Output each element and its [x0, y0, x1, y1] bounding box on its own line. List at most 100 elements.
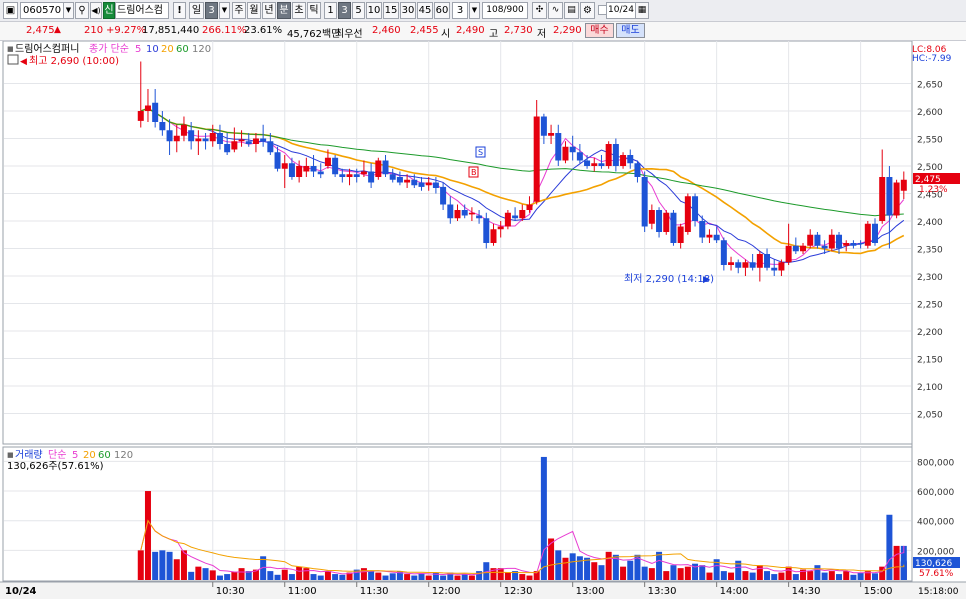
- open-price: 2,490: [456, 25, 485, 36]
- candle-body: [382, 160, 389, 175]
- time-tick-label: 13:00: [576, 586, 605, 597]
- candle-body: [764, 254, 771, 268]
- volume-tick-label: 200,000: [917, 547, 954, 557]
- time-tick-label: 12:00: [432, 586, 461, 597]
- volume-bar: [360, 568, 367, 580]
- wave-icon: ∿: [551, 5, 560, 15]
- candle-body: [720, 240, 727, 265]
- price-tick-label: 2,300: [917, 273, 943, 283]
- left-arrow-icon: ◀: [20, 57, 27, 67]
- candle-body: [548, 133, 555, 136]
- volume-bar: [195, 566, 202, 580]
- vol-legend-ma20: 20: [83, 450, 96, 461]
- volume-bar: [504, 572, 511, 580]
- stock-code-input[interactable]: 060570: [20, 2, 64, 19]
- sell-button[interactable]: 매도: [616, 23, 645, 38]
- candle-body: [159, 122, 166, 131]
- price-tick-label: 2,550: [917, 136, 943, 146]
- price-tick-label: 2,150: [917, 356, 943, 366]
- interval-5-button[interactable]: 5: [352, 2, 365, 19]
- period-year-button[interactable]: 년: [262, 2, 276, 19]
- volume-bar: [166, 551, 173, 580]
- volume-bar: [339, 574, 346, 580]
- price-legend-label: 종가 단순: [89, 43, 129, 55]
- candle-body: [648, 210, 655, 224]
- candle-body: [893, 182, 900, 216]
- candle-body: [713, 234, 720, 241]
- volume-bar: [303, 568, 310, 580]
- volume-legend-label: 단순: [48, 449, 66, 461]
- interval-input[interactable]: 3: [452, 2, 468, 19]
- interval-60-button[interactable]: 60: [434, 2, 450, 19]
- time-tick-label: 14:00: [720, 586, 749, 597]
- period-month-button[interactable]: 월: [247, 2, 261, 19]
- volume-bar: [576, 556, 583, 580]
- candle-body: [447, 204, 454, 219]
- chart-type-button[interactable]: ▣: [3, 2, 18, 19]
- max-annotation: 최고 2,690 (10:00): [29, 55, 119, 67]
- interval-dropdown-button[interactable]: ▼: [469, 2, 480, 19]
- candle-body: [627, 155, 634, 164]
- period-number-button[interactable]: 3: [205, 2, 218, 19]
- alert-button[interactable]: !: [173, 2, 186, 19]
- candle-body: [540, 116, 547, 136]
- period-day-button[interactable]: 일: [189, 2, 204, 19]
- period-dropdown-button[interactable]: ▼: [219, 2, 230, 19]
- period-tick-button[interactable]: 틱: [307, 2, 321, 19]
- interval-10-button[interactable]: 10: [366, 2, 382, 19]
- date-input[interactable]: 10/24: [606, 2, 636, 19]
- data-count-field[interactable]: 108/900: [482, 2, 528, 19]
- stock-name-field[interactable]: 드림어스컴퍼: [115, 2, 169, 19]
- volume-bar: [555, 550, 562, 580]
- candle-body: [771, 267, 778, 271]
- calendar-button[interactable]: ▦: [635, 2, 649, 19]
- volume-bar: [440, 575, 447, 580]
- candle-body: [152, 102, 159, 122]
- period-minute-button[interactable]: 분: [277, 2, 291, 19]
- volume-bar: [476, 571, 483, 580]
- volume-bar: [238, 568, 245, 580]
- candle-body: [360, 171, 367, 175]
- volume-last-tag-text: 130,626: [915, 559, 952, 569]
- settings-button[interactable]: ⚙: [580, 2, 595, 19]
- candle-body: [461, 210, 468, 216]
- trend-tool-button[interactable]: ∿: [548, 2, 563, 19]
- candle-body: [303, 166, 310, 172]
- candle-body: [173, 135, 180, 142]
- interval-45-button[interactable]: 45: [417, 2, 433, 19]
- vol-legend-ma120: 120: [114, 450, 133, 461]
- volume-bar: [627, 560, 634, 580]
- volume-bar: [872, 573, 879, 580]
- volume-bar: [288, 574, 295, 580]
- candle-body: [440, 186, 447, 205]
- legend-ma120: 120: [192, 44, 211, 55]
- sound-button[interactable]: ◀): [90, 2, 102, 19]
- candle-body: [396, 177, 403, 183]
- volume-bar: [742, 571, 749, 580]
- high-price: 2,730: [504, 25, 533, 36]
- buy-button[interactable]: 매수: [585, 23, 614, 38]
- max-marker-icon: [7, 54, 19, 65]
- interval-30-button[interactable]: 30: [400, 2, 416, 19]
- code-dropdown-button[interactable]: ▼: [63, 2, 74, 19]
- interval-3-button[interactable]: 3: [338, 2, 351, 19]
- volume-bar: [310, 574, 317, 580]
- cross-tool-button[interactable]: ✣: [532, 2, 547, 19]
- time-tick-label: 10:30: [216, 586, 245, 597]
- time-tick-label: 11:00: [288, 586, 317, 597]
- search-button[interactable]: ⚲: [75, 2, 89, 19]
- interval-15-button[interactable]: 15: [383, 2, 399, 19]
- period-week-button[interactable]: 주: [232, 2, 246, 19]
- stock-chart[interactable]: 2,050 2,100 2,150 2,200 2,250 2,300 2,350 2,400…: [0, 41, 966, 599]
- low-label: 저: [537, 29, 547, 40]
- time-tick-label: 14:30: [792, 586, 821, 597]
- interval-1-button[interactable]: 1: [324, 2, 337, 19]
- save-button[interactable]: ▤: [564, 2, 579, 19]
- volume-bar: [569, 553, 576, 580]
- last-percent-text: 1.23%: [919, 185, 948, 195]
- candle-body: [641, 177, 648, 227]
- volume-bar: [324, 571, 331, 580]
- volume-bar: [756, 565, 763, 580]
- candle-body: [670, 212, 677, 243]
- period-second-button[interactable]: 초: [292, 2, 306, 19]
